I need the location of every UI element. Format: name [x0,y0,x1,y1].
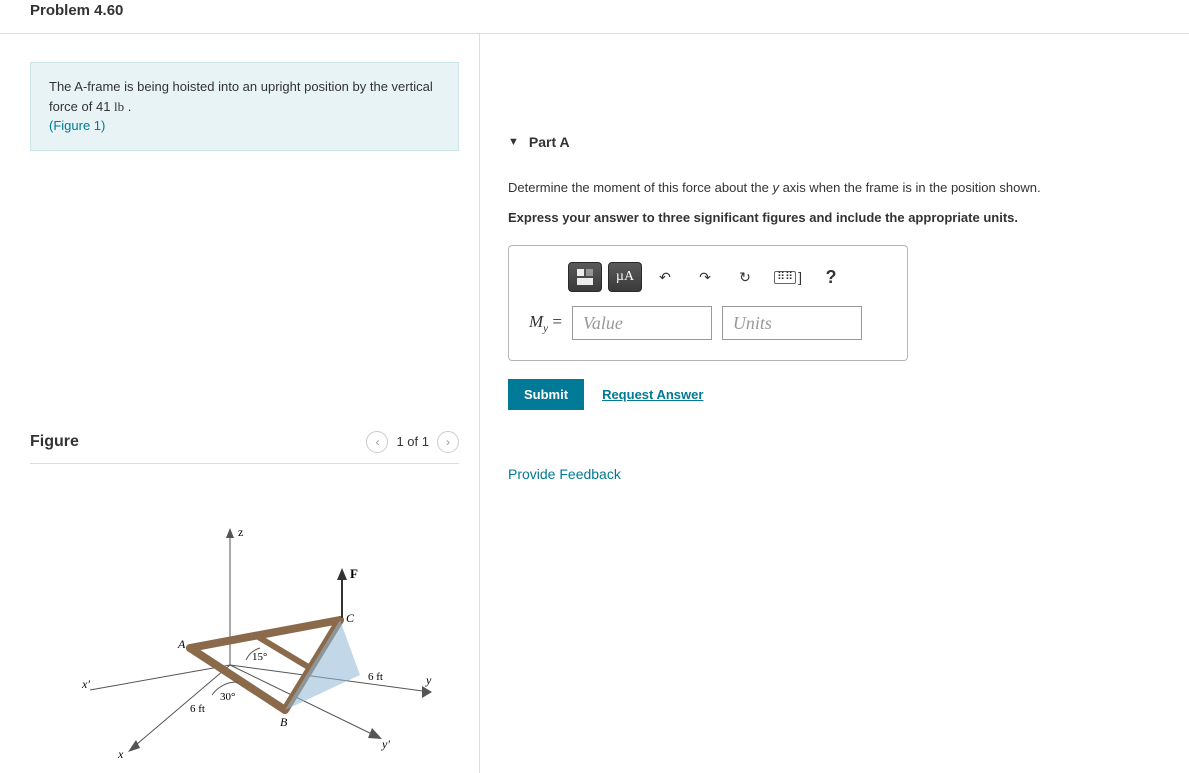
answer-toolbar: µA ↶ ↷ ↻ ⠿⠿ ] [529,262,887,292]
statement-text-2: . [124,99,131,114]
collapse-icon: ▼ [508,136,519,148]
value-input[interactable]: Value [572,306,712,340]
lhs-symbol: M [529,312,543,331]
problem-statement: The A-frame is being hoisted into an upr… [30,62,459,151]
provide-feedback-link[interactable]: Provide Feedback [508,466,1159,482]
statement-text-1: The A-frame is being hoisted into an upr… [49,79,433,114]
question-text: Determine the moment of this force about… [508,178,1159,198]
help-icon: ? [826,267,837,288]
redo-button[interactable]: ↷ [688,262,722,292]
figure-prev-button[interactable]: ‹ [366,431,388,453]
axis-z-label: z [238,525,243,539]
point-A-label: A [177,637,186,651]
equals-sign: = [552,312,562,331]
angle-30-label: 30° [220,691,235,703]
length-6ft-left: 6 ft [190,703,205,715]
reset-button[interactable]: ↻ [728,262,762,292]
angle-15-label: 15° [252,651,267,663]
template-icon [576,268,594,286]
figure-next-button[interactable]: › [437,431,459,453]
point-C-label: C [346,611,355,625]
point-B-label: B [280,715,288,729]
units-input[interactable]: Units [722,306,862,340]
template-button[interactable] [568,262,602,292]
question-text-1: Determine the moment of this force about… [508,180,772,195]
bracket-label: ] [798,269,802,285]
undo-icon: ↶ [659,269,671,286]
part-a-label: Part A [529,134,570,150]
units-button[interactable]: µA [608,262,642,292]
part-a-header[interactable]: ▼ Part A [508,134,1159,150]
question-text-2: axis when the frame is in the position s… [779,180,1041,195]
units-button-label: µA [616,269,634,285]
figure-link[interactable]: (Figure 1) [49,118,105,133]
problem-title: Problem 4.60 [30,0,1159,33]
force-F-label: F [350,566,358,581]
instruction-text: Express your answer to three significant… [508,208,1159,228]
redo-icon: ↷ [699,269,711,286]
keyboard-button[interactable]: ⠿⠿ ] [768,262,808,292]
axis-y-label: y [425,673,432,687]
length-6ft-right: 6 ft [368,671,383,683]
answer-box: µA ↶ ↷ ↻ ⠿⠿ ] [508,245,908,361]
keyboard-icon: ⠿⠿ [774,271,796,284]
axis-x-label: x [117,747,124,761]
undo-button[interactable]: ↶ [648,262,682,292]
axis-yprime-label: y′ [381,737,390,751]
figure-pager: ‹ 1 of 1 › [366,431,459,453]
units-placeholder: Units [733,313,772,334]
answer-lhs: My = [529,312,562,334]
divider [30,463,459,464]
statement-unit: lb [114,99,124,114]
help-button[interactable]: ? [814,262,848,292]
reset-icon: ↻ [739,269,751,286]
figure-pager-label: 1 of 1 [396,434,429,449]
value-placeholder: Value [583,313,623,334]
lhs-subscript: y [543,322,548,334]
axis-xprime-label: x′ [81,677,90,691]
request-answer-link[interactable]: Request Answer [602,387,703,402]
figure-title: Figure [30,433,79,451]
figure-diagram: z x′ y x y′ [30,480,459,773]
submit-button[interactable]: Submit [508,379,584,410]
